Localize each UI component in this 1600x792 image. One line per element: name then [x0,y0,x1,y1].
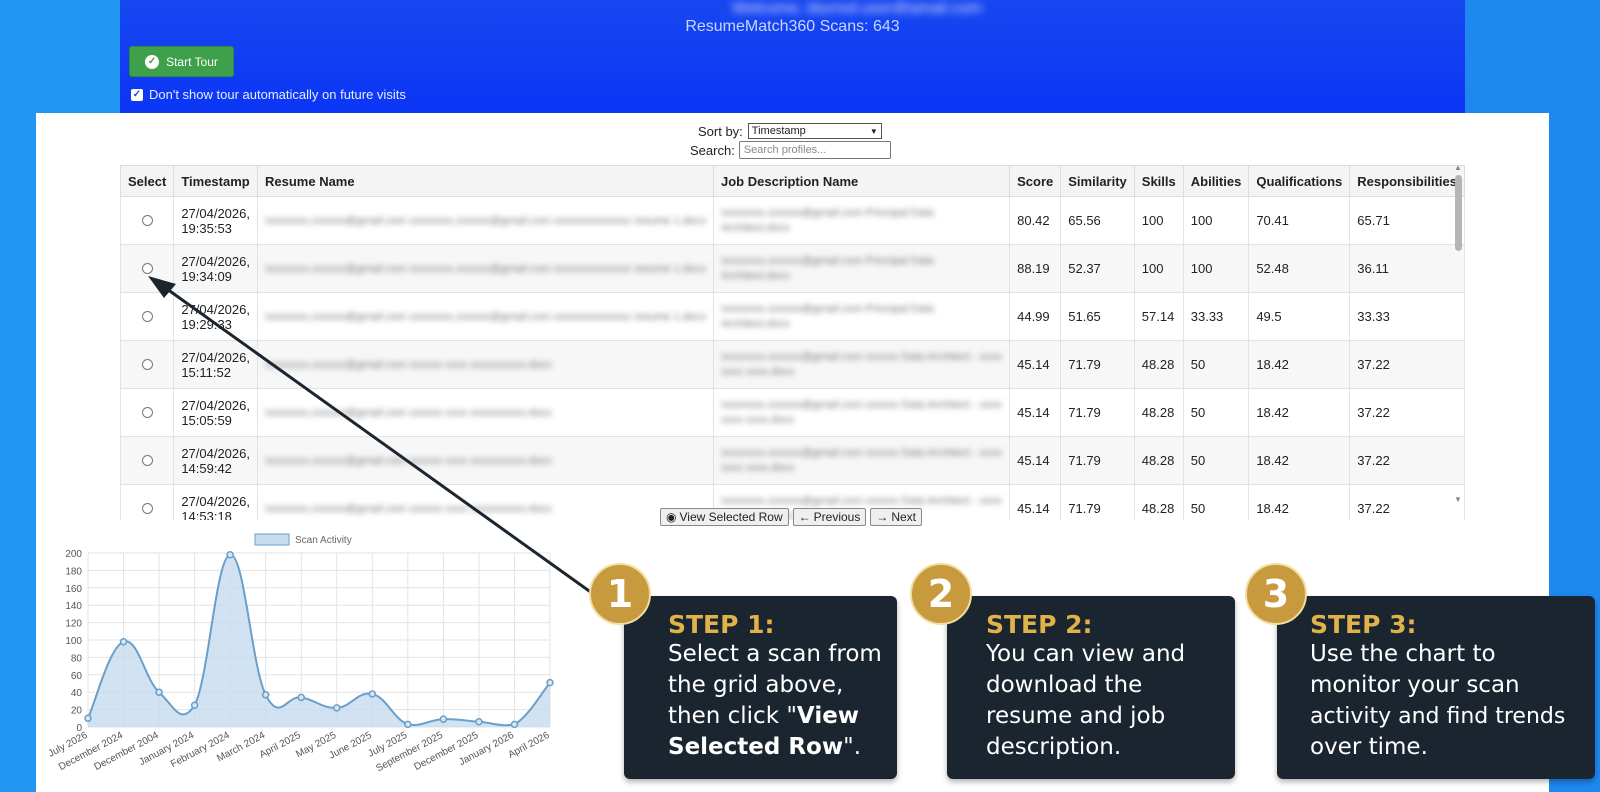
step-3-title: STEP 3: [1310,610,1417,639]
arrow-head-icon [148,276,176,298]
step-2-line: description. [986,734,1122,760]
step-1-line: Selected Row". [668,732,882,763]
arrow-line [159,282,593,595]
step-1-callout: STEP 1: Select a scan from the grid abov… [624,596,897,779]
step-3-line: monitor your scan [1310,672,1520,698]
step-3-badge: 3 [1245,563,1307,625]
step-1-title: STEP 1: [668,610,775,639]
step-1-bold: Selected Row [668,734,844,760]
step-1-badge: 1 [589,563,651,625]
step-2-title: STEP 2: [986,610,1093,639]
step-1-text: then click " [668,703,797,729]
step-3-callout: STEP 3: Use the chart to monitor your sc… [1277,596,1595,779]
step-1-bold: View [796,703,860,729]
step-2-line: You can view and [986,641,1186,667]
step-3-line: Use the chart to [1310,641,1496,667]
step-2-line: resume and job [986,703,1166,729]
step-2-callout: STEP 2: You can view and download the re… [947,596,1235,779]
step-3-line: activity and find trends [1310,704,1566,729]
step-2-line: download the [986,672,1143,698]
step-1-line: the grid above, [668,672,844,698]
step-1-line: then click "View [668,701,882,732]
step-3-line: over time. [1310,734,1428,760]
step-3-body: Use the chart to monitor your scan activ… [1310,639,1565,763]
step-2-body: You can view and download the resume and… [986,639,1185,763]
step-2-badge: 2 [910,563,972,625]
step-1-line: Select a scan from [668,641,882,667]
step-1-text: ". [843,734,861,760]
step-1-body: Select a scan from the grid above, then … [668,639,882,763]
